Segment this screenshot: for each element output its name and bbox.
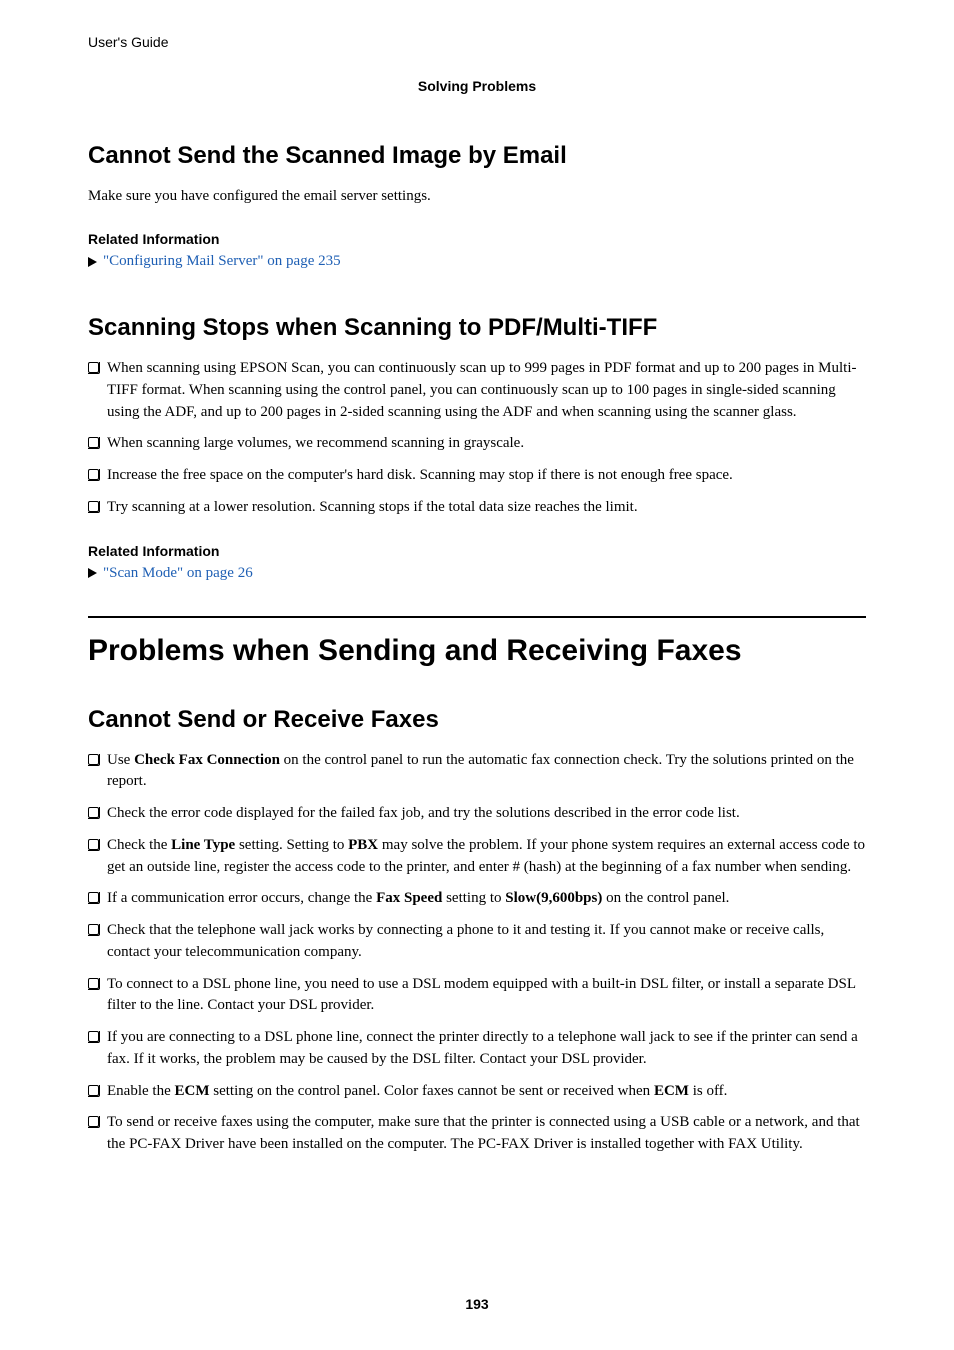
doc-title: User's Guide	[88, 34, 866, 50]
list-item-text: Increase the free space on the computer'…	[107, 465, 733, 487]
list-item: To send or receive faxes using the compu…	[88, 1112, 866, 1156]
heading-scanning-stops: Scanning Stops when Scanning to PDF/Mult…	[88, 314, 866, 342]
square-bullet-icon	[88, 437, 99, 448]
square-bullet-icon	[88, 978, 99, 989]
list-item-text: If a communication error occurs, change …	[107, 888, 729, 910]
square-bullet-icon	[88, 1085, 99, 1096]
square-bullet-icon	[88, 469, 99, 480]
list-item: Check the error code displayed for the f…	[88, 803, 866, 825]
list-item: To connect to a DSL phone line, you need…	[88, 974, 866, 1018]
list-item-text: Enable the ECM setting on the control pa…	[107, 1081, 727, 1103]
square-bullet-icon	[88, 839, 99, 850]
list-item: Check the Line Type setting. Setting to …	[88, 835, 866, 879]
list-item-text: Use Check Fax Connection on the control …	[107, 750, 866, 794]
square-bullet-icon	[88, 1031, 99, 1042]
list-item: Enable the ECM setting on the control pa…	[88, 1081, 866, 1103]
section-divider	[88, 616, 866, 618]
list-item-text: To connect to a DSL phone line, you need…	[107, 974, 866, 1018]
list-item-text: If you are connecting to a DSL phone lin…	[107, 1027, 866, 1071]
page-number: 193	[0, 1296, 954, 1312]
list-item: If you are connecting to a DSL phone lin…	[88, 1027, 866, 1071]
list-item: Check that the telephone wall jack works…	[88, 920, 866, 964]
square-bullet-icon	[88, 924, 99, 935]
list-item: Try scanning at a lower resolution. Scan…	[88, 497, 866, 519]
body-text: Make sure you have configured the email …	[88, 186, 866, 207]
list-item-text: When scanning using EPSON Scan, you can …	[107, 358, 866, 423]
list-item-text: Check the Line Type setting. Setting to …	[107, 835, 866, 879]
square-bullet-icon	[88, 501, 99, 512]
link-configuring-mail-server[interactable]: "Configuring Mail Server" on page 235	[103, 253, 341, 270]
arrow-right-icon	[88, 257, 97, 267]
arrow-right-icon	[88, 568, 97, 578]
related-link-row[interactable]: "Configuring Mail Server" on page 235	[88, 253, 866, 270]
link-scan-mode[interactable]: "Scan Mode" on page 26	[103, 565, 253, 582]
related-info-label: Related Information	[88, 543, 866, 559]
list-item-text: Try scanning at a lower resolution. Scan…	[107, 497, 638, 519]
bullet-list: When scanning using EPSON Scan, you can …	[88, 358, 866, 519]
heading-cannot-send-receive-faxes: Cannot Send or Receive Faxes	[88, 706, 866, 734]
heading-fax-problems: Problems when Sending and Receiving Faxe…	[88, 634, 866, 668]
list-item-text: Check the error code displayed for the f…	[107, 803, 740, 825]
related-info-label: Related Information	[88, 231, 866, 247]
list-item: When scanning using EPSON Scan, you can …	[88, 358, 866, 423]
list-item-text: To send or receive faxes using the compu…	[107, 1112, 866, 1156]
square-bullet-icon	[88, 1116, 99, 1127]
square-bullet-icon	[88, 807, 99, 818]
list-item: If a communication error occurs, change …	[88, 888, 866, 910]
heading-cannot-send-email: Cannot Send the Scanned Image by Email	[88, 142, 866, 170]
square-bullet-icon	[88, 892, 99, 903]
list-item: When scanning large volumes, we recommen…	[88, 433, 866, 455]
square-bullet-icon	[88, 754, 99, 765]
list-item-text: Check that the telephone wall jack works…	[107, 920, 866, 964]
related-link-row[interactable]: "Scan Mode" on page 26	[88, 565, 866, 582]
list-item: Increase the free space on the computer'…	[88, 465, 866, 487]
list-item-text: When scanning large volumes, we recommen…	[107, 433, 524, 455]
list-item: Use Check Fax Connection on the control …	[88, 750, 866, 794]
bullet-list: Use Check Fax Connection on the control …	[88, 750, 866, 1156]
section-label: Solving Problems	[88, 78, 866, 94]
square-bullet-icon	[88, 362, 99, 373]
